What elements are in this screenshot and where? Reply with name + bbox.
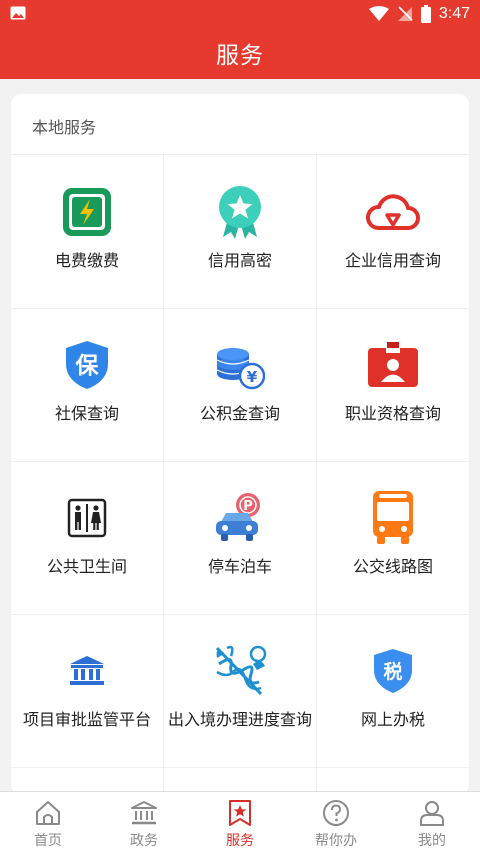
bottom-tab-bar: 首页 政务 服务 帮你办 我的 [0, 791, 480, 853]
cloud-check-icon [366, 185, 420, 239]
electricity-bill-icon [60, 185, 114, 239]
service-label: 企业信用查询 [344, 251, 441, 270]
service-credit-gaomi[interactable]: 信用高密 [164, 155, 316, 307]
svg-text:税: 税 [383, 660, 402, 683]
tax-shield-icon: 税 [366, 644, 420, 698]
service-label: 项目审批监管平台 [22, 710, 151, 729]
question-icon [321, 798, 351, 828]
tab-label: 首页 [34, 833, 62, 849]
tab-mine[interactable]: 我的 [384, 792, 480, 853]
service-public-restroom[interactable]: 公共卫生间 [11, 461, 163, 613]
caduceus-icon [213, 644, 267, 698]
tab-label: 政务 [130, 833, 158, 849]
tab-help[interactable]: 帮你办 [288, 792, 384, 853]
id-badge-icon [366, 338, 420, 392]
service-online-tax[interactable]: 税 网上办税 [317, 614, 469, 766]
svg-text:¥: ¥ [247, 368, 258, 386]
section-title: 本地服务 [32, 118, 97, 137]
service-label: 出入境办理进度查询 [167, 710, 312, 729]
app-header: 服务 [0, 27, 480, 79]
tab-home[interactable]: 首页 [0, 792, 96, 853]
service-parking[interactable]: P 停车泊车 [164, 461, 316, 613]
user-icon [417, 798, 447, 828]
service-label: 停车泊车 [207, 557, 272, 576]
service-label: 公交线路图 [352, 557, 433, 576]
bus-icon [366, 491, 420, 545]
service-enterprise-credit[interactable]: 企业信用查询 [317, 155, 469, 307]
service-electricity-bill[interactable]: 电费缴费 [11, 155, 163, 307]
image-notification-icon [10, 6, 26, 20]
government-icon [129, 798, 159, 828]
government-building-icon [60, 644, 114, 698]
no-signal-icon [397, 6, 413, 21]
service-label: 信用高密 [207, 251, 272, 270]
tab-label: 服务 [226, 833, 254, 849]
service-star-icon [225, 798, 255, 828]
service-label: 职业资格查询 [344, 404, 441, 423]
coins-yuan-icon: ¥ [213, 338, 267, 392]
tab-label: 帮你办 [315, 833, 357, 849]
svg-text:保: 保 [75, 352, 100, 379]
tab-service[interactable]: 服务 [192, 792, 288, 853]
service-label: 网上办税 [360, 710, 425, 729]
page-title: 服务 [216, 43, 264, 69]
service-social-security[interactable]: 保 社保查询 [11, 308, 163, 460]
service-qualification[interactable]: 职业资格查询 [317, 308, 469, 460]
svg-text:P: P [243, 499, 253, 514]
credit-badge-icon [213, 185, 267, 239]
service-label: 公积金查询 [199, 404, 280, 423]
home-icon [33, 798, 63, 828]
restroom-icon [60, 491, 114, 545]
service-label: 社保查询 [54, 404, 119, 423]
grid-divider [11, 767, 469, 768]
tab-label: 我的 [418, 833, 446, 849]
status-time: 3:47 [438, 5, 470, 22]
service-exit-entry-progress[interactable]: 出入境办理进度查询 [164, 614, 316, 766]
status-bar: 3:47 [0, 0, 480, 27]
wifi-icon [368, 6, 389, 21]
service-label: 电费缴费 [54, 251, 119, 270]
service-project-approval[interactable]: 项目审批监管平台 [11, 614, 163, 766]
social-security-shield-icon: 保 [60, 338, 114, 392]
battery-icon [420, 5, 431, 23]
parking-car-icon: P [213, 491, 267, 545]
service-housing-fund[interactable]: ¥ 公积金查询 [164, 308, 316, 460]
service-bus-routes[interactable]: 公交线路图 [317, 461, 469, 613]
service-label: 公共卫生间 [46, 557, 127, 576]
tab-government[interactable]: 政务 [96, 792, 192, 853]
local-services-card: 本地服务 电费缴费 信用高密 企业信用查询 保 社保查询 ¥ 公积金查询 职业资… [11, 94, 469, 794]
